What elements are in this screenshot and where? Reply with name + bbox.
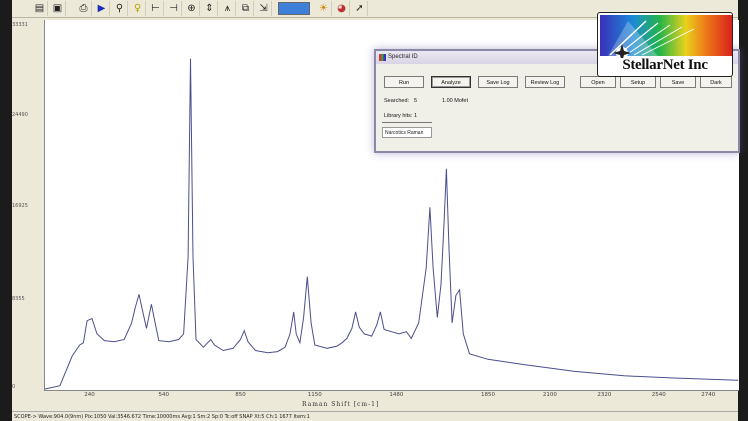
review-log-button[interactable]: Review Log bbox=[525, 76, 565, 88]
y-tick-label: 33331 bbox=[12, 22, 28, 28]
x-tick-label: 540 bbox=[158, 392, 170, 398]
match-result: 1.00 Mofet bbox=[442, 98, 468, 104]
x-tick-label: 850 bbox=[235, 392, 246, 398]
library-hits-label: Library hits: bbox=[384, 113, 413, 119]
x-tick-label: 1850 bbox=[481, 392, 495, 398]
status-bar: SCOPE-> Wave:904.0(9nm) Pix:1050 Val:354… bbox=[12, 411, 738, 421]
setup-button[interactable]: Setup bbox=[620, 76, 656, 88]
open-button[interactable]: Open bbox=[580, 76, 616, 88]
library-name-field[interactable]: Narcotics Raman bbox=[382, 127, 432, 138]
x-tick-label: 2740 bbox=[701, 392, 716, 398]
searched-value: 5 bbox=[414, 98, 418, 104]
y-tick-label: 24490 bbox=[12, 112, 28, 118]
analyze-button[interactable]: Analyze bbox=[431, 76, 471, 88]
x-tick-label: 1480 bbox=[389, 392, 404, 398]
save-button[interactable]: Save bbox=[660, 76, 696, 88]
y-tick-label: 0 bbox=[12, 384, 16, 390]
y-tick-label: 16925 bbox=[12, 203, 28, 209]
library-hits-value: 1 bbox=[414, 113, 418, 119]
y-tick-label: 8355 bbox=[12, 296, 25, 302]
run-button[interactable]: Run bbox=[384, 76, 424, 88]
x-tick-label: 1150 bbox=[307, 392, 322, 398]
searched-label: Searched: bbox=[384, 98, 410, 104]
x-tick-label: 240 bbox=[84, 392, 95, 398]
x-axis-label: Raman Shift [cm-1] bbox=[302, 401, 380, 408]
logo-graphic bbox=[600, 15, 732, 58]
divider bbox=[382, 122, 432, 123]
x-tick-label: 2320 bbox=[597, 392, 612, 398]
save-log-button[interactable]: Save Log bbox=[478, 76, 518, 88]
dialog-title: Spectral ID bbox=[388, 54, 418, 60]
x-tick-label: 2100 bbox=[542, 392, 557, 398]
stellarnet-logo: StellarNet Inc bbox=[597, 12, 733, 77]
dark-button[interactable]: Dark bbox=[700, 76, 732, 88]
x-tick-label: 2540 bbox=[651, 392, 666, 398]
logo-text: StellarNet Inc bbox=[622, 57, 708, 73]
spectral-id-icon bbox=[379, 54, 386, 61]
